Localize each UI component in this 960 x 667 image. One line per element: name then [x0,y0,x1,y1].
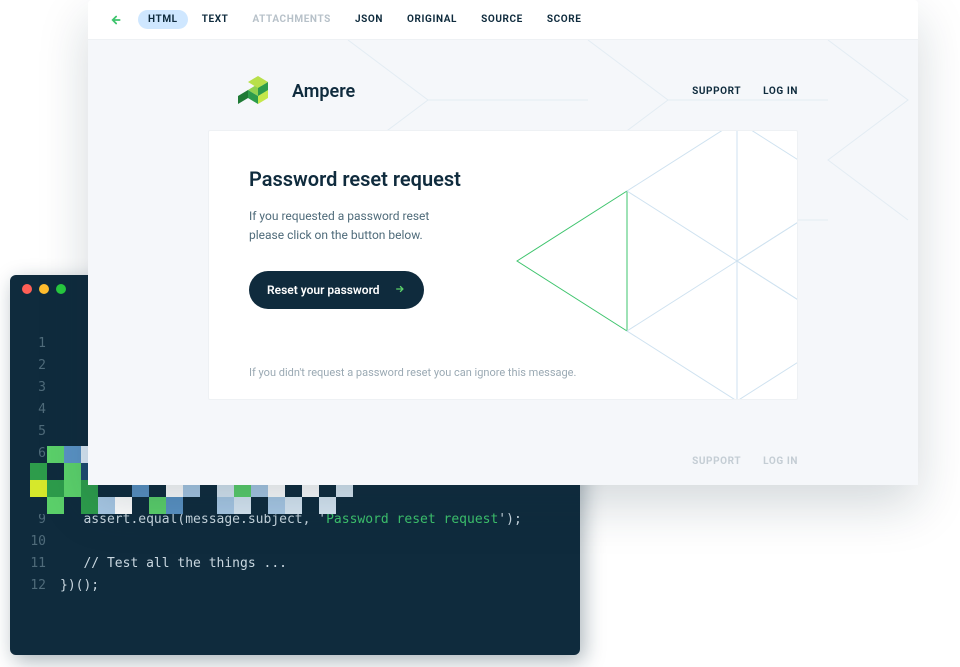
tab-source[interactable]: SOURCE [471,10,533,29]
tab-attachments[interactable]: ATTACHMENTS [242,10,340,29]
window-minimize-icon[interactable] [39,284,49,294]
code-string-token: Password reset request [326,512,498,527]
tab-original[interactable]: ORIGINAL [397,10,467,29]
tab-json[interactable]: JSON [345,10,393,29]
email-panel: Password reset request If you requested … [208,130,798,400]
brand: Ampere [238,72,355,110]
line-number-gutter: 1 2 3 4 5 6 7 8 9 10 11 12 [10,333,60,597]
brand-nav: SUPPORT LOG IN [692,86,798,97]
link-login[interactable]: LOG IN [763,86,798,97]
reset-password-button[interactable]: Reset your password [249,271,424,309]
code-line-11: // Test all the things ... [60,553,564,575]
brand-name: Ampere [292,81,355,102]
ampere-logo-icon [238,72,278,110]
email-body-text: If you requested a password reset please… [249,207,479,245]
email-footer-nav: SUPPORT LOG IN [692,456,798,467]
window-zoom-icon[interactable] [56,284,66,294]
viewer-topbar: HTML TEXT ATTACHMENTS JSON ORIGINAL SOUR… [88,0,918,40]
code-line-9: assert.equal(message.subject, 'Password … [60,509,564,531]
email-viewer-card: HTML TEXT ATTACHMENTS JSON ORIGINAL SOUR… [88,0,918,485]
tab-score[interactable]: SCORE [537,10,592,29]
footer-link-login[interactable]: LOG IN [763,456,798,467]
window-close-icon[interactable] [22,284,32,294]
triangle-wire-decoration [477,130,798,400]
arrow-right-icon [394,283,406,297]
tab-text[interactable]: TEXT [192,10,239,29]
email-render-area: Ampere SUPPORT LOG IN Password reset req… [88,40,918,485]
tab-html[interactable]: HTML [138,10,188,29]
link-support[interactable]: SUPPORT [692,86,741,97]
code-line-12: })(); [60,575,564,597]
email-header: Ampere SUPPORT LOG IN [88,40,918,130]
footer-link-support[interactable]: SUPPORT [692,456,741,467]
back-arrow-icon[interactable] [104,9,126,31]
cta-label: Reset your password [267,283,380,297]
